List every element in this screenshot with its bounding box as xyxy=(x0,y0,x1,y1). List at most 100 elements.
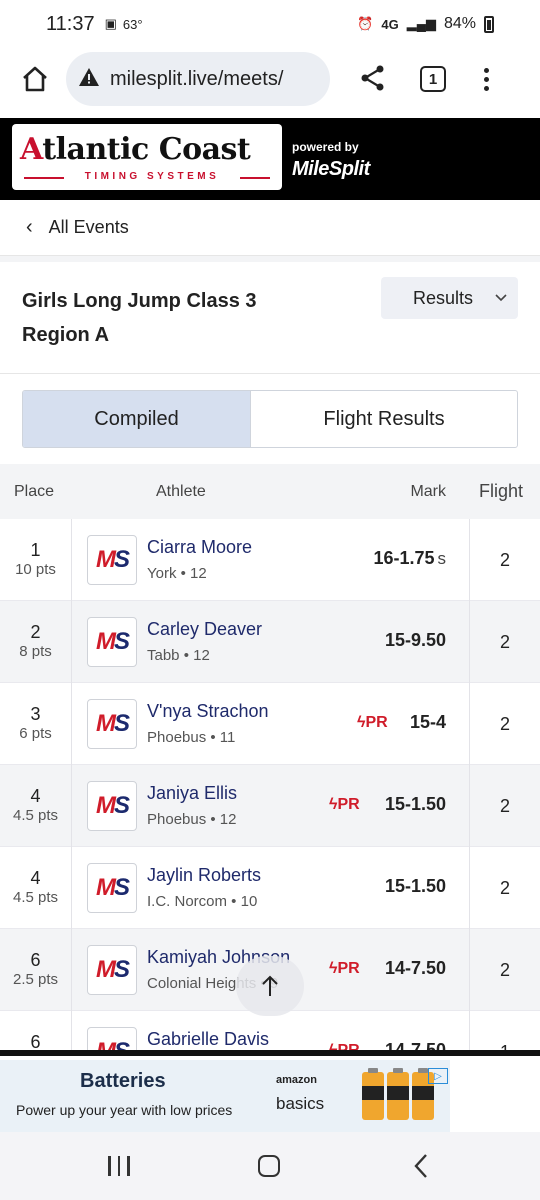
mark: 15-1.50 xyxy=(384,794,446,814)
ad-title: Batteries xyxy=(80,1070,166,1092)
share-icon[interactable] xyxy=(360,64,390,94)
table-row[interactable]: 2 8 pts MS Carley Deaver Tabb • 12 15-9.… xyxy=(0,601,540,683)
place-cell: 4 4.5 pts xyxy=(0,765,72,847)
back-label: All Events xyxy=(48,217,129,237)
place-cell: 6 2.5 pts xyxy=(0,929,72,1011)
event-header: Girls Long Jump Class 3 Region A Results xyxy=(0,262,540,374)
header-place[interactable]: Place xyxy=(14,483,54,501)
mark: 15-1.50 xyxy=(384,876,446,896)
place-cell: 1 10 pts xyxy=(0,519,72,601)
mark: 15-4 xyxy=(409,712,446,732)
place: 3 xyxy=(30,704,41,724)
points: 2.5 pts xyxy=(12,971,59,988)
team-logo: MS xyxy=(87,863,137,913)
logo-subtitle: TIMING SYSTEMS xyxy=(84,171,220,182)
flight: 2 xyxy=(469,765,540,847)
status-bar: 11:37 ▣ 63° ⏰ 4G ▂▄▆ 84% xyxy=(0,0,540,48)
table-row[interactable]: 4 4.5 pts MS Jaylin Roberts I.C. Norcom … xyxy=(0,847,540,929)
header-flight[interactable]: Flight xyxy=(479,481,523,502)
arrow-up-icon xyxy=(262,975,278,996)
signal-icon: ▂▄▆ xyxy=(406,16,436,31)
menu-icon[interactable] xyxy=(482,67,490,91)
ad-brand-top: amazon xyxy=(276,1074,317,1086)
mark: 14-7.50 xyxy=(384,958,446,978)
milesplit-logo[interactable]: MileSplit xyxy=(292,158,370,181)
back-nav-icon[interactable] xyxy=(412,1152,430,1185)
header-mark[interactable]: Mark xyxy=(410,483,446,501)
home-icon[interactable] xyxy=(18,62,52,96)
status-time: 11:37 xyxy=(46,12,95,35)
pr-badge: ϟPR xyxy=(329,960,360,977)
url-text[interactable]: milesplit.live/meets/ xyxy=(110,68,283,91)
place: 1 xyxy=(30,540,41,560)
mark: 16-1.75 s xyxy=(373,548,447,568)
system-nav-bar xyxy=(0,1132,540,1200)
place-cell: 4 4.5 pts xyxy=(0,847,72,929)
warning-icon[interactable] xyxy=(78,67,100,92)
header-athlete[interactable]: Athlete xyxy=(156,483,206,501)
chevron-left-icon: ‹ xyxy=(26,216,33,238)
home-nav-icon[interactable] xyxy=(258,1155,280,1177)
team-logo: MS xyxy=(87,535,137,585)
flight: 2 xyxy=(469,519,540,601)
flight: 2 xyxy=(469,683,540,765)
place: 4 xyxy=(30,786,41,806)
scroll-to-top-button[interactable] xyxy=(236,956,304,1016)
ad-choices-icon[interactable]: ▷ xyxy=(428,1068,448,1084)
results-toggle: Compiled Flight Results xyxy=(22,390,518,448)
event-title: Girls Long Jump Class 3 Region A xyxy=(22,290,257,346)
athlete-name[interactable]: Carley Deaver xyxy=(147,619,262,640)
points: 4.5 pts xyxy=(12,889,59,906)
flight: 2 xyxy=(469,847,540,929)
athlete-name[interactable]: Janiya Ellis xyxy=(147,783,237,804)
place-cell: 2 8 pts xyxy=(0,601,72,683)
pr-badge: ϟPR xyxy=(329,796,360,813)
flight: 2 xyxy=(469,601,540,683)
battery-icon xyxy=(484,15,494,33)
team-logo: MS xyxy=(87,699,137,749)
ad-content[interactable]: Batteries Power up your year with low pr… xyxy=(0,1060,450,1132)
status-network: 4G xyxy=(381,16,399,32)
tabs-icon[interactable]: 1 xyxy=(420,66,446,92)
place: 6 xyxy=(30,1032,41,1052)
athlete-name[interactable]: Ciarra Moore xyxy=(147,537,252,558)
team-logo: MS xyxy=(87,781,137,831)
athlete-name[interactable]: Jaylin Roberts xyxy=(147,865,261,886)
table-row[interactable]: 1 10 pts MS Ciarra Moore York • 12 16-1.… xyxy=(0,519,540,601)
table-row[interactable]: 3 6 pts MS V'nya Strachon Phoebus • 11 ϟ… xyxy=(0,683,540,765)
notification-icon: ▣ xyxy=(104,16,117,31)
points: 10 pts xyxy=(15,561,56,578)
powered-by-label: powered by xyxy=(292,140,359,154)
browser-toolbar: milesplit.live/meets/ 1 xyxy=(0,48,540,110)
athlete-name[interactable]: Gabrielle Davis xyxy=(147,1029,269,1050)
athlete-name[interactable]: V'nya Strachon xyxy=(147,701,269,722)
points: 4.5 pts xyxy=(12,807,59,824)
tab-compiled[interactable]: Compiled xyxy=(23,391,251,447)
points: 8 pts xyxy=(19,643,52,660)
ad-subtitle: Power up your year with low prices xyxy=(16,1102,233,1118)
ad-banner[interactable]: Batteries Power up your year with low pr… xyxy=(0,1050,540,1132)
place: 4 xyxy=(30,868,41,888)
team-logo: MS xyxy=(87,617,137,667)
tab-flight-results[interactable]: Flight Results xyxy=(251,391,517,447)
status-temperature: 63° xyxy=(122,16,143,32)
atlantic-coast-logo[interactable]: Atlantic Coast TIMING SYSTEMS xyxy=(12,124,282,190)
table-row[interactable]: 4 4.5 pts MS Janiya Ellis Phoebus • 12 ϟ… xyxy=(0,765,540,847)
athlete-team: Tabb • 12 xyxy=(147,647,210,664)
all-events-link[interactable]: ‹ All Events xyxy=(0,200,540,256)
logo-main-text: tlantic Coast xyxy=(42,132,251,167)
pr-badge: ϟPR xyxy=(357,714,388,731)
points: 6 pts xyxy=(19,725,52,742)
site-banner: Atlantic Coast TIMING SYSTEMS powered by… xyxy=(0,118,540,200)
recent-apps-icon[interactable] xyxy=(108,1156,130,1176)
view-select[interactable]: Results xyxy=(381,277,518,319)
logo-a: A xyxy=(20,132,43,167)
place-cell: 3 6 pts xyxy=(0,683,72,765)
table-header: Place Athlete Mark Flight xyxy=(0,464,540,519)
athlete-team: York • 12 xyxy=(147,565,207,582)
place: 6 xyxy=(30,950,41,970)
chevron-down-icon xyxy=(494,287,508,314)
address-bar[interactable]: milesplit.live/meets/ xyxy=(66,52,330,106)
mark: 15-9.50 xyxy=(384,630,446,650)
mark-suffix: s xyxy=(437,549,447,568)
